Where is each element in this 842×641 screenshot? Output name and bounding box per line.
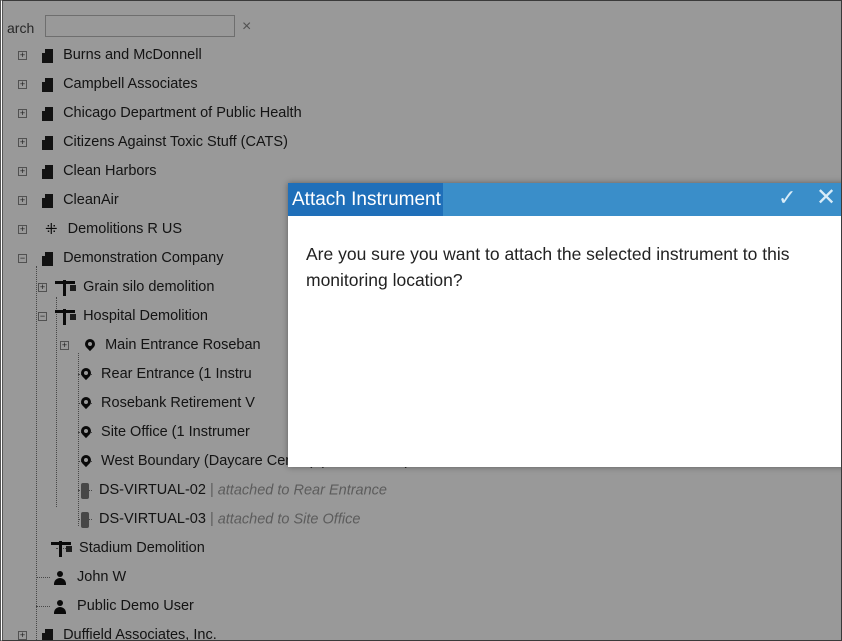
attach-instrument-dialog: Attach Instrument ✓ ✕ Are you sure you w…	[288, 183, 841, 467]
app-window: arch × + Burns and McDonnell + Campbell …	[0, 0, 842, 641]
dialog-title: Attach Instrument	[288, 183, 443, 216]
dialog-header: Attach Instrument ✓ ✕	[288, 183, 841, 216]
confirm-check-icon[interactable]: ✓	[778, 185, 796, 211]
dialog-message: Are you sure you want to attach the sele…	[306, 244, 790, 290]
close-icon[interactable]: ✕	[816, 183, 836, 212]
